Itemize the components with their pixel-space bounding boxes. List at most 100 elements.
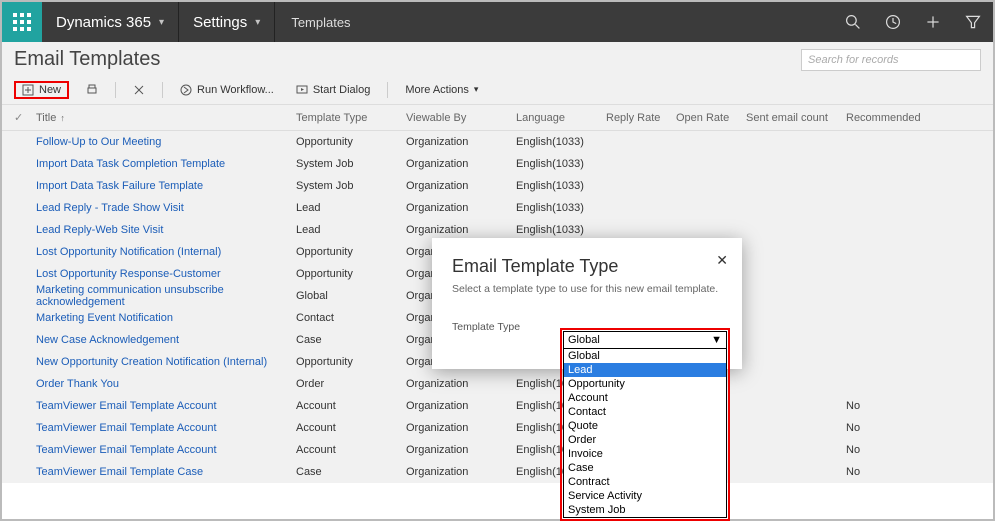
nav-brand-label: Dynamics 365 bbox=[56, 14, 151, 31]
cell-type: Opportunity bbox=[296, 268, 406, 280]
delete-button[interactable] bbox=[128, 81, 150, 99]
record-link[interactable]: Marketing Event Notification bbox=[36, 312, 173, 324]
cell-view: Organization bbox=[406, 400, 516, 412]
cell-type: Case bbox=[296, 334, 406, 346]
cell-lang: English(1033) bbox=[516, 224, 606, 236]
recent-icon[interactable] bbox=[873, 2, 913, 42]
col-type[interactable]: Template Type bbox=[296, 112, 406, 124]
cell-view: Organization bbox=[406, 136, 516, 148]
nav-right bbox=[833, 2, 993, 42]
cell-view: Organization bbox=[406, 422, 516, 434]
record-link[interactable]: New Case Acknowledgement bbox=[36, 334, 179, 346]
close-button[interactable]: ✕ bbox=[716, 252, 728, 269]
cell-type: Contact bbox=[296, 312, 406, 324]
dropdown-option[interactable]: Opportunity bbox=[564, 377, 726, 391]
new-button[interactable]: New bbox=[14, 81, 69, 99]
record-link[interactable]: Marketing communication unsubscribe ackn… bbox=[36, 284, 224, 308]
table-row[interactable]: TeamViewer Email Template AccountAccount… bbox=[2, 417, 993, 439]
print-button[interactable] bbox=[81, 81, 103, 99]
search-input[interactable] bbox=[801, 49, 981, 71]
add-icon[interactable] bbox=[913, 2, 953, 42]
dropdown-option[interactable]: Case bbox=[564, 461, 726, 475]
toolbar-separator bbox=[387, 82, 388, 98]
col-view[interactable]: Viewable By bbox=[406, 112, 516, 124]
cell-view: Organization bbox=[406, 444, 516, 456]
record-link[interactable]: Import Data Task Failure Template bbox=[36, 180, 203, 192]
cell-title: Lost Opportunity Response-Customer bbox=[36, 268, 296, 280]
chevron-down-icon: ▾ bbox=[255, 17, 260, 28]
delete-icon bbox=[133, 84, 145, 96]
dropdown-option[interactable]: Lead bbox=[564, 363, 726, 377]
cell-title: Follow-Up to Our Meeting bbox=[36, 136, 296, 148]
cell-title: TeamViewer Email Template Case bbox=[36, 466, 296, 478]
more-actions-button[interactable]: More Actions ▾ bbox=[400, 81, 483, 99]
record-link[interactable]: TeamViewer Email Template Account bbox=[36, 444, 217, 456]
dropdown-option[interactable]: Quote bbox=[564, 419, 726, 433]
select-all-checkbox[interactable]: ✓ bbox=[14, 111, 23, 124]
record-link[interactable]: TeamViewer Email Template Account bbox=[36, 400, 217, 412]
record-link[interactable]: Lost Opportunity Response-Customer bbox=[36, 268, 221, 280]
cell-title: TeamViewer Email Template Account bbox=[36, 444, 296, 456]
cell-title: Import Data Task Completion Template bbox=[36, 158, 296, 170]
cell-type: System Job bbox=[296, 158, 406, 170]
col-reply[interactable]: Reply Rate bbox=[606, 112, 676, 124]
table-row[interactable]: TeamViewer Email Template AccountAccount… bbox=[2, 395, 993, 417]
table-row[interactable]: Lead Reply - Trade Show VisitLeadOrganiz… bbox=[2, 197, 993, 219]
chevron-down-icon: ▾ bbox=[474, 84, 479, 95]
table-row[interactable]: TeamViewer Email Template CaseCaseOrgani… bbox=[2, 461, 993, 483]
dropdown-option[interactable]: Account bbox=[564, 391, 726, 405]
col-title[interactable]: Title↑ bbox=[36, 112, 296, 124]
record-link[interactable]: New Opportunity Creation Notification (I… bbox=[36, 356, 267, 368]
dropdown-option[interactable]: System Job bbox=[564, 503, 726, 517]
nav-breadcrumb[interactable]: Templates bbox=[275, 15, 366, 30]
search-icon[interactable] bbox=[833, 2, 873, 42]
table-row[interactable]: Follow-Up to Our Meeting OpportunityOrgan… bbox=[2, 131, 993, 153]
top-nav: Dynamics 365 ▾ Settings ▾ Templates bbox=[2, 2, 993, 42]
new-icon bbox=[22, 84, 34, 96]
run-workflow-button[interactable]: Run Workflow... bbox=[175, 81, 279, 99]
table-row[interactable]: Import Data Task Failure TemplateSystem … bbox=[2, 175, 993, 197]
filter-icon[interactable] bbox=[953, 2, 993, 42]
nav-brand[interactable]: Dynamics 365 ▾ bbox=[42, 2, 178, 42]
col-rec[interactable]: Recommended bbox=[846, 112, 946, 124]
dropdown-option[interactable]: Contract bbox=[564, 475, 726, 489]
cell-title: Import Data Task Failure Template bbox=[36, 180, 296, 192]
page-header: Email Templates bbox=[2, 42, 993, 75]
dialog-icon bbox=[296, 84, 308, 96]
dropdown-option[interactable]: Global bbox=[564, 349, 726, 363]
col-lang[interactable]: Language bbox=[516, 112, 606, 124]
cell-rec: No bbox=[846, 400, 946, 412]
record-link[interactable]: TeamViewer Email Template Case bbox=[36, 466, 203, 478]
cell-type: Opportunity bbox=[296, 136, 406, 148]
cell-title: TeamViewer Email Template Account bbox=[36, 422, 296, 434]
table-row[interactable]: Import Data Task Completion Template Syst… bbox=[2, 153, 993, 175]
nav-area[interactable]: Settings ▾ bbox=[179, 2, 274, 42]
waffle-icon bbox=[13, 13, 31, 31]
record-link[interactable]: Order Thank You bbox=[36, 378, 119, 390]
dropdown-option[interactable]: Service Activity bbox=[564, 489, 726, 503]
template-type-select[interactable]: Global ▼ bbox=[563, 331, 727, 349]
table-row[interactable]: TeamViewer Email Template AccountAccount… bbox=[2, 439, 993, 461]
cell-view: Organization bbox=[406, 378, 516, 390]
dropdown-option[interactable]: Invoice bbox=[564, 447, 726, 461]
table-row[interactable]: Order Thank YouOrderOrganizationEnglish(… bbox=[2, 373, 993, 395]
col-sent[interactable]: Sent email count bbox=[746, 112, 846, 124]
record-link[interactable]: Lead Reply-Web Site Visit bbox=[36, 224, 163, 236]
col-open[interactable]: Open Rate bbox=[676, 112, 746, 124]
cell-title: TeamViewer Email Template Account bbox=[36, 400, 296, 412]
dialog-desc: Select a template type to use for this n… bbox=[452, 283, 722, 295]
cell-view: Organization bbox=[406, 180, 516, 192]
record-link[interactable]: Import Data Task Completion Template bbox=[36, 158, 225, 170]
new-button-label: New bbox=[39, 84, 61, 96]
record-link[interactable]: Lost Opportunity Notification (Internal) bbox=[36, 246, 221, 258]
more-actions-label: More Actions bbox=[405, 84, 469, 96]
select-value: Global bbox=[568, 334, 600, 346]
cell-title: New Opportunity Creation Notification (I… bbox=[36, 356, 296, 368]
app-launcher-tile[interactable] bbox=[2, 2, 42, 42]
dropdown-option[interactable]: Contact bbox=[564, 405, 726, 419]
dropdown-option[interactable]: Order bbox=[564, 433, 726, 447]
record-link[interactable]: Lead Reply - Trade Show Visit bbox=[36, 202, 184, 214]
start-dialog-button[interactable]: Start Dialog bbox=[291, 81, 375, 99]
record-link[interactable]: Follow-Up to Our Meeting bbox=[36, 136, 161, 148]
record-link[interactable]: TeamViewer Email Template Account bbox=[36, 422, 217, 434]
